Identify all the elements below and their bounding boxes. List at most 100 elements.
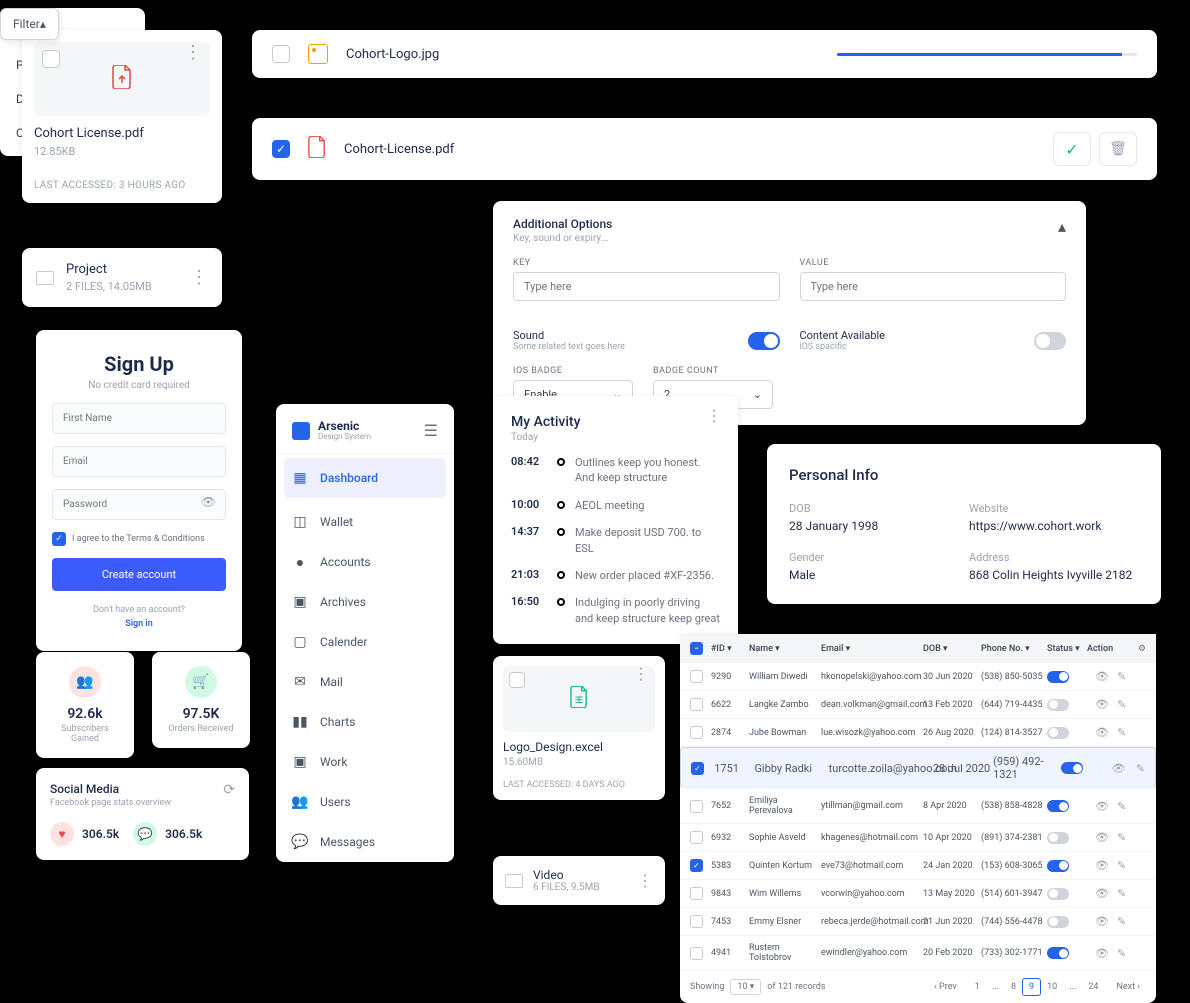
table-row[interactable]: 2874Jube Bowmanlue.wisozk@yahoo.com26 Au… [680,719,1156,747]
file-checkbox[interactable]: ✓ [272,140,290,158]
firstname-input[interactable] [52,403,226,434]
status-toggle[interactable] [1061,762,1083,774]
sidebar-item-calendar[interactable]: ▢Calender [276,622,454,662]
value-input[interactable] [800,272,1067,301]
status-toggle[interactable] [1047,671,1069,683]
page-number[interactable]: 8 [1005,979,1022,995]
view-icon[interactable]: 👁 [1095,698,1109,711]
more-icon[interactable]: ⋮ [184,48,202,57]
more-icon[interactable]: ⋮ [190,273,208,282]
table-row[interactable]: ✓5383Quinten Kortumeve73@hotmail.com24 J… [680,852,1156,880]
table-row[interactable]: 6622Langke Zambodean.volkman@gmail.com13… [680,691,1156,719]
collapse-icon[interactable]: ▴ [1058,217,1066,236]
table-row[interactable]: 9843Wim Willemsvcorwin@yahoo.com13 May 2… [680,880,1156,908]
more-icon[interactable]: ⋮ [633,670,649,678]
folder-row-project[interactable]: Project 2 FILES, 14.05MB ⋮ [22,248,222,307]
row-checkbox[interactable] [690,915,703,928]
file-checkbox[interactable] [272,45,290,63]
page-number[interactable]: 24 [1082,979,1104,995]
row-checkbox[interactable] [690,831,703,844]
key-input[interactable] [513,272,780,301]
sidebar-item-mail[interactable]: ✉Mail [276,662,454,702]
page-number[interactable]: 9 [1022,978,1041,996]
eye-icon[interactable]: 👁 [201,494,216,508]
view-icon[interactable]: 👁 [1095,887,1109,900]
table-row[interactable]: 4941Rustem Tolstobrovewindler@yahoo.com2… [680,936,1156,971]
email-input[interactable] [52,446,226,477]
menu-icon[interactable]: ☰ [424,421,438,440]
status-toggle[interactable] [1047,916,1069,928]
status-toggle[interactable] [1047,800,1069,812]
file-checkbox[interactable] [42,50,60,68]
status-toggle[interactable] [1047,832,1069,844]
more-icon[interactable]: ⋮ [637,877,653,885]
sidebar-item-wallet[interactable]: ◫Wallet [276,502,454,542]
table-row[interactable]: ✓1751Gibby Radkiturcotte.zoila@yahoo.com… [680,747,1156,789]
sidebar-item-users[interactable]: 👥Users [276,782,454,822]
sidebar-item-messages[interactable]: 💬Messages [276,822,454,862]
edit-icon[interactable]: ✎ [1117,726,1126,739]
view-icon[interactable]: 👁 [1112,762,1126,775]
row-checkbox[interactable] [690,726,703,739]
select-all-checkbox[interactable]: − [690,642,703,655]
page-number[interactable]: ... [986,979,1005,995]
page-number[interactable]: 1 [969,979,986,995]
sound-toggle[interactable] [748,332,780,350]
status-toggle[interactable] [1047,860,1069,872]
view-icon[interactable]: 👁 [1095,726,1109,739]
status-toggle[interactable] [1047,947,1069,959]
col-phone[interactable]: Phone No. ▾ [981,644,1047,654]
filter-toggle[interactable]: Filter ▴ [0,8,59,40]
row-checkbox[interactable] [690,800,703,813]
create-account-button[interactable]: Create account [52,558,226,591]
page-number[interactable]: 10 [1041,979,1063,995]
page-size-select[interactable]: 10 ▾ [730,979,761,995]
sidebar-item-dashboard[interactable]: ▦Dashboard [284,458,446,498]
more-icon[interactable]: ⋮ [706,412,722,420]
terms-checkbox[interactable]: ✓ [52,532,66,546]
content-toggle[interactable] [1034,332,1066,350]
view-icon[interactable]: 👁 [1095,947,1109,960]
folder-row-video[interactable]: Video 6 FILES, 9.5MB ⋮ [493,856,665,905]
edit-icon[interactable]: ✎ [1117,800,1126,813]
next-button[interactable]: Next › [1110,979,1146,995]
status-toggle[interactable] [1047,699,1069,711]
view-icon[interactable]: 👁 [1095,831,1109,844]
sidebar-item-work[interactable]: ▣Work [276,742,454,782]
edit-icon[interactable]: ✎ [1117,859,1126,872]
row-checkbox[interactable] [690,887,703,900]
file-tile-excel[interactable]: ⋮ Logo_Design.excel 15.60MB LAST ACCESSE… [493,656,665,800]
view-icon[interactable]: 👁 [1095,915,1109,928]
page-number[interactable]: ... [1063,979,1082,995]
sidebar-item-accounts[interactable]: ●Accounts [276,542,454,582]
file-checkbox[interactable] [509,672,525,688]
row-checkbox[interactable]: ✓ [691,762,704,775]
table-row[interactable]: 6932Sophie Asveldkhagenes@hotmail.com10 … [680,824,1156,852]
edit-icon[interactable]: ✎ [1117,947,1126,960]
row-checkbox[interactable] [690,670,703,683]
delete-button[interactable]: 🗑 [1099,132,1137,166]
col-id[interactable]: #ID ▾ [711,644,749,654]
edit-icon[interactable]: ✎ [1117,915,1126,928]
col-email[interactable]: Email ▾ [821,644,923,654]
col-name[interactable]: Name ▾ [749,644,821,654]
prev-button[interactable]: ‹ Prev [928,979,963,995]
status-toggle[interactable] [1047,727,1069,739]
row-checkbox[interactable] [690,947,703,960]
edit-icon[interactable]: ✎ [1117,831,1126,844]
edit-icon[interactable]: ✎ [1117,887,1126,900]
confirm-button[interactable]: ✓ [1053,132,1091,166]
refresh-icon[interactable]: ⟳ [223,782,235,798]
view-icon[interactable]: 👁 [1095,670,1109,683]
gear-icon[interactable]: ⚙ [1138,644,1146,654]
view-icon[interactable]: 👁 [1095,859,1109,872]
table-row[interactable]: 9290William Diwedihkonopelski@yahoo.com3… [680,663,1156,691]
row-checkbox[interactable] [690,698,703,711]
row-checkbox[interactable]: ✓ [690,859,703,872]
status-toggle[interactable] [1047,888,1069,900]
col-dob[interactable]: DOB ▾ [923,644,981,654]
edit-icon[interactable]: ✎ [1117,698,1126,711]
edit-icon[interactable]: ✎ [1117,670,1126,683]
signin-link[interactable]: Sign in [52,619,226,629]
table-row[interactable]: 7453Emmy Elsnerrebeca.jerde@hotmail.com2… [680,908,1156,936]
